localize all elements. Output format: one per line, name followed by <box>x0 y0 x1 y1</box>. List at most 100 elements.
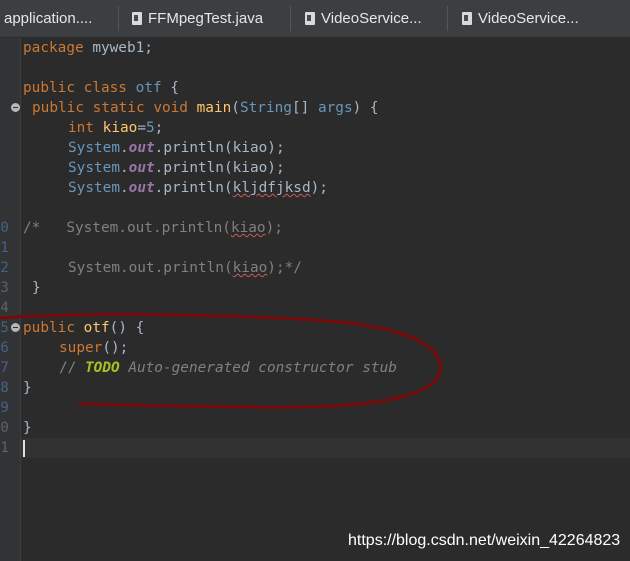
code-line-15: public otf() { <box>23 318 144 338</box>
constructor-name: otf <box>83 320 110 336</box>
tab-videoservice-1[interactable]: VideoService... <box>305 0 422 37</box>
keyword: void <box>153 100 188 116</box>
fold-collapse-icon[interactable] <box>11 323 20 332</box>
static-field: out <box>128 180 155 196</box>
line-number: 13 <box>0 280 9 296</box>
code-text: } <box>23 380 32 396</box>
comment-text: /* System.out.println( <box>23 220 231 236</box>
line-number: 21 <box>0 440 9 456</box>
editor-tab-bar: application.... FFMpegTest.java VideoSer… <box>0 0 630 38</box>
code-text: ; <box>154 120 164 136</box>
keyword: package <box>23 40 84 56</box>
line-number: 10 <box>0 220 9 236</box>
code-text: (); <box>102 340 129 356</box>
code-text: . <box>119 140 129 156</box>
comment-text: ); <box>265 220 283 236</box>
line-number: 1 <box>0 38 12 58</box>
line-number: 5 <box>0 118 12 138</box>
java-file-icon <box>462 12 472 25</box>
tab-label: FFMpegTest.java <box>148 10 264 27</box>
method-name: main <box>196 100 232 116</box>
code-line-7: System.out.println(kiao); <box>68 158 285 178</box>
code-text: (kiao); <box>223 160 285 176</box>
code-text: } <box>32 280 41 296</box>
class-name: System <box>68 160 120 176</box>
code-text: { <box>161 80 179 96</box>
code-line-8: System.out.println(kljdfjksd); <box>68 178 328 198</box>
keyword: public <box>23 320 75 336</box>
variable-name: kiao <box>102 120 138 136</box>
code-line-6: System.out.println(kiao); <box>68 138 285 158</box>
code-text: myweb1; <box>83 40 153 56</box>
code-line-3: public class otf { <box>23 78 179 98</box>
comment-text: );*/ <box>267 260 302 276</box>
class-name: System <box>68 140 120 156</box>
code-line-20: } <box>23 418 32 438</box>
tab-divider <box>447 6 448 31</box>
tab-ffmpegtest[interactable]: FFMpegTest.java <box>132 0 263 37</box>
tab-divider <box>118 6 119 31</box>
line-number: 6 <box>0 138 12 158</box>
code-text: ) { <box>352 100 379 116</box>
code-line-13: } <box>32 278 41 298</box>
line-number: 20 <box>0 420 9 436</box>
code-line-12: System.out.println(kiao);*/ <box>68 258 302 278</box>
line-number: 17 <box>0 360 9 376</box>
comment-text: kiao <box>232 260 268 276</box>
line-number: 2 <box>0 58 12 78</box>
static-field: out <box>128 140 155 156</box>
code-text: (kiao); <box>223 140 285 156</box>
line-number: 12 <box>0 260 9 276</box>
code-text: () { <box>109 320 145 336</box>
comment-text: kiao <box>230 220 266 236</box>
code-line-16: super(); <box>59 338 128 358</box>
code-editor[interactable]: package myweb1; public class otf { publi… <box>21 38 630 561</box>
keyword: public <box>32 100 84 116</box>
line-number: 8 <box>0 178 12 198</box>
watermark-text: https://blog.csdn.net/weixin_42264823 <box>348 532 621 549</box>
tab-label: application.... <box>4 10 93 27</box>
tab-label: VideoService... <box>321 10 422 27</box>
line-number: 18 <box>0 380 9 396</box>
line-number-gutter[interactable]: 1 2 3 4 5 6 7 8 9 10 11 12 13 14 15 16 1… <box>0 38 21 561</box>
code-text: . <box>119 180 129 196</box>
java-file-icon <box>132 12 142 25</box>
fold-collapse-icon[interactable] <box>11 103 20 112</box>
comment-text: // <box>59 360 85 376</box>
class-name: otf <box>135 80 162 96</box>
code-line-5: int kiao=5; <box>68 118 163 138</box>
keyword: class <box>83 80 127 96</box>
tab-divider <box>290 6 291 31</box>
unresolved-symbol: kljdfjksd <box>232 180 311 196</box>
static-field: out <box>128 160 155 176</box>
code-text: ( <box>231 100 240 116</box>
parameter-name: args <box>317 100 353 116</box>
type-name: String <box>239 100 292 116</box>
keyword: int <box>68 120 94 136</box>
code-text: = <box>137 120 146 136</box>
line-number: 19 <box>0 400 9 416</box>
line-number: 14 <box>0 300 9 316</box>
line-number: 11 <box>0 240 9 256</box>
text-caret <box>23 440 25 457</box>
comment-text: System.out.println( <box>68 260 233 276</box>
line-number: 7 <box>0 158 12 178</box>
class-name: System <box>68 180 120 196</box>
line-number: 16 <box>0 340 9 356</box>
code-line-4: public static void main(String[] args) { <box>32 98 379 118</box>
comment-text: Auto-generated constructor stub <box>119 360 397 376</box>
tab-application[interactable]: application.... <box>4 0 92 37</box>
keyword: static <box>92 100 145 116</box>
current-line-highlight <box>21 438 630 458</box>
tab-videoservice-2[interactable]: VideoService... <box>462 0 579 37</box>
tab-label: VideoService... <box>478 10 579 27</box>
code-text: println <box>163 140 224 156</box>
code-text: println <box>163 160 224 176</box>
code-line-10: /* System.out.println(kiao); <box>23 218 283 238</box>
line-number: 3 <box>0 78 12 98</box>
code-line-18: } <box>23 378 32 398</box>
keyword: super <box>59 340 103 356</box>
code-text: println <box>163 180 224 196</box>
code-text: ); <box>310 180 328 196</box>
keyword: public <box>23 80 75 96</box>
